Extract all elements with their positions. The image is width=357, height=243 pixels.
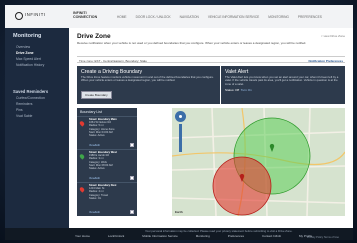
- valet-turn-on-link[interactable]: Turn On: [241, 88, 252, 92]
- nav-monitoring[interactable]: MONITORING: [268, 15, 289, 19]
- page-description: Receive notification when your vehicle i…: [77, 41, 307, 45]
- footer-link-preferences[interactable]: Preferences: [228, 234, 244, 238]
- list-item[interactable]: Street: Boundary Main 1661 W Nelson Rd R…: [77, 117, 137, 150]
- select-checkbox[interactable]: [130, 210, 134, 214]
- sidebar-item-notification-history[interactable]: Notification History: [5, 61, 69, 67]
- options-label: Time zone: EST - Central Eastern, Bounda…: [79, 58, 147, 63]
- boundary-list-title: Boundary List: [77, 108, 137, 117]
- footer: Your personal information may be collect…: [5, 228, 353, 240]
- valet-status: Status: Off: [225, 88, 240, 93]
- nav-vehicle-info[interactable]: VEHICLE INFORMATION SERVICE: [208, 15, 259, 19]
- entry-status: Status: Active: [89, 167, 105, 171]
- top-bar: INFINITI INFINITI CONNECTION HOME DOOR L…: [5, 5, 353, 28]
- brand-name: INFINITI CONNECTION: [73, 11, 98, 19]
- list-item[interactable]: Street: Boundary Rest 1234 Main St Radiu…: [77, 183, 137, 216]
- logo[interactable]: INFINITI: [15, 10, 55, 22]
- map-pan-control[interactable]: [175, 111, 186, 122]
- sidebar: Monitoring Overview Drive Zone Max Speed…: [5, 28, 69, 228]
- map-provider-logo: Earth: [175, 210, 183, 214]
- nav-navigation[interactable]: NAVIGATION: [180, 15, 199, 19]
- nav-door-lock[interactable]: DOOR LOCK / UNLOCK: [136, 15, 171, 19]
- map-zoom-slider[interactable]: [179, 124, 182, 152]
- list-item[interactable]: Street: Boundary West 1980 E Jacob Rd Ra…: [77, 150, 137, 183]
- page-link[interactable]: < view Drive Zone: [321, 34, 345, 38]
- sidebar-title: Monitoring: [13, 33, 42, 39]
- notification-preferences-link[interactable]: Notification Preferences: [308, 59, 343, 63]
- view-edit-link[interactable]: View/Edit: [89, 177, 100, 180]
- top-nav: HOME DOOR LOCK / UNLOCK NAVIGATION VEHIC…: [117, 15, 322, 19]
- page-title: Drive Zone: [77, 33, 111, 40]
- select-checkbox[interactable]: [130, 176, 134, 180]
- create-boundary-panel: Create a Driving Boundary The Drive Zone…: [77, 66, 220, 104]
- footer-legal[interactable]: Privacy Policy Terms of Use: [307, 236, 339, 239]
- create-boundary-button[interactable]: Create Boundary: [81, 91, 112, 99]
- footer-note: Your personal information may be collect…: [145, 229, 293, 233]
- sidebar-item-vsat[interactable]: Vsat Sable: [5, 112, 69, 118]
- nav-preferences[interactable]: PREFERENCES: [298, 15, 322, 19]
- boundary-list: Boundary List Street: Boundary Main 1661…: [77, 108, 137, 216]
- valet-alert-body: The Valet Alert lets you know when you s…: [225, 75, 339, 86]
- screen: INFINITI INFINITI CONNECTION HOME DOOR L…: [0, 0, 357, 243]
- footer-link-mobile-info[interactable]: Mobile Information Service: [142, 234, 178, 238]
- create-boundary-body: The Drive Zone feature monitors vehicle …: [81, 75, 214, 83]
- footer-nav: Your Home Lock/Unlock Mobile Information…: [75, 234, 312, 238]
- footer-link-lock[interactable]: Lock/Unlock: [108, 234, 124, 238]
- main-panel: Drive Zone < view Drive Zone Receive not…: [69, 28, 353, 228]
- view-edit-link[interactable]: View/Edit: [89, 144, 100, 147]
- valet-toggle: Status: Off Turn On: [225, 88, 341, 92]
- map-canvas: [172, 108, 345, 216]
- options-bar: Time zone: EST - Central Eastern, Bounda…: [77, 56, 345, 63]
- infiniti-mark-icon: [15, 12, 23, 20]
- boundary-map[interactable]: Earth: [172, 108, 345, 216]
- red-zone-circle: [212, 156, 272, 216]
- footer-link-contact[interactable]: Contact Infiniti: [262, 234, 281, 238]
- valet-alert-panel: Valet Alert The Valet Alert lets you kno…: [221, 66, 345, 104]
- select-checkbox[interactable]: [130, 143, 134, 147]
- view-edit-link[interactable]: View/Edit: [89, 211, 100, 214]
- logo-text: INFINITI: [25, 12, 46, 17]
- entry-status: Status: On: [89, 196, 102, 200]
- entry-status: Status: Active: [89, 134, 105, 138]
- footer-link-monitoring[interactable]: Monitoring: [196, 234, 210, 238]
- nav-home[interactable]: HOME: [117, 15, 127, 19]
- footer-link-home[interactable]: Your Home: [75, 234, 90, 238]
